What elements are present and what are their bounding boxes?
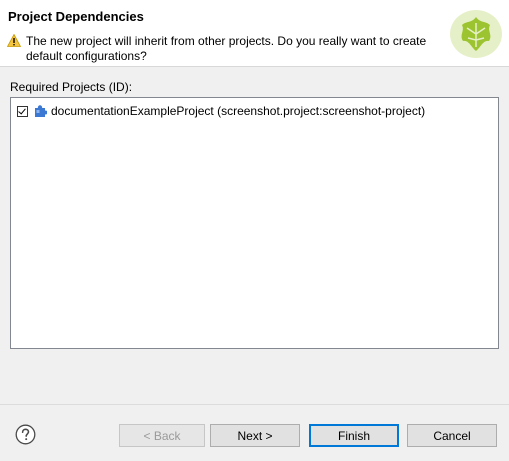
header-separator: [0, 66, 509, 67]
checkmark-icon: [18, 106, 26, 114]
finish-button[interactable]: Finish: [309, 424, 399, 447]
dialog-header: Project Dependencies The new project wil…: [0, 0, 509, 66]
project-puzzle-icon: [35, 105, 47, 117]
footer-separator: [0, 404, 509, 405]
message-line: default configurations?: [26, 49, 147, 63]
list-item-label: documentationExampleProject (screenshot.…: [51, 104, 426, 118]
cancel-button[interactable]: Cancel: [407, 424, 497, 447]
leaf-banner-icon: [450, 10, 502, 58]
project-checkbox[interactable]: [17, 105, 28, 117]
help-icon[interactable]: [15, 424, 36, 445]
required-projects-list[interactable]: documentationExampleProject (screenshot.…: [10, 97, 499, 349]
message-line: The new project will inherit from other …: [26, 34, 427, 48]
next-button[interactable]: Next >: [210, 424, 300, 447]
back-button[interactable]: < Back: [119, 424, 205, 447]
list-item[interactable]: documentationExampleProject (screenshot.…: [17, 103, 425, 119]
dialog-message: The new project will inherit from other …: [26, 34, 446, 64]
dialog-title: Project Dependencies: [8, 9, 144, 24]
required-projects-label: Required Projects (ID):: [10, 80, 133, 94]
warning-icon: [7, 34, 21, 47]
